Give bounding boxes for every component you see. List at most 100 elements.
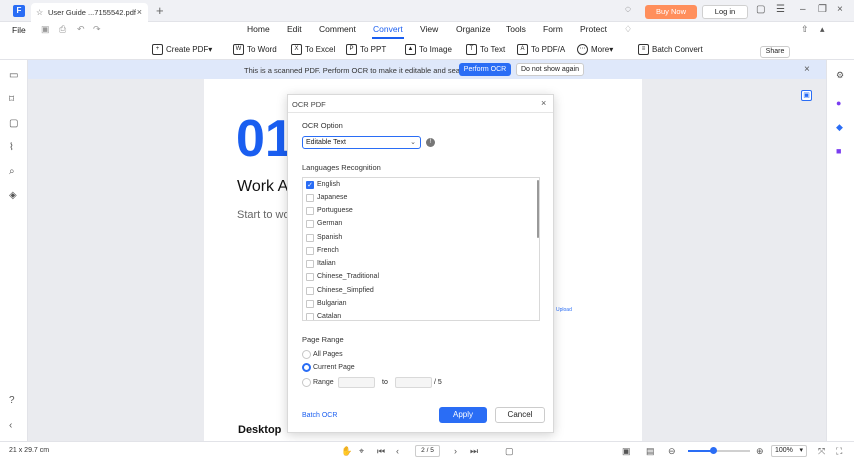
to-ppt-button[interactable]: P To PPT [346,42,386,56]
login-button[interactable]: Log in [702,5,748,19]
checkbox[interactable] [306,220,314,228]
first-page-icon[interactable]: ⏮ [377,446,385,457]
menu-tools[interactable]: Tools [506,24,526,34]
checkbox[interactable] [306,287,314,295]
undo-icon[interactable]: ↶ [77,24,85,35]
perform-ocr-button[interactable]: Perform OCR [459,63,511,76]
checkbox[interactable] [306,234,314,242]
radio-button[interactable] [302,350,311,359]
zoom-slider-handle[interactable] [709,447,717,454]
collapse-sidebar-icon[interactable]: ‹ [9,420,12,431]
menu-file[interactable]: File [12,25,26,35]
document-tab[interactable]: ☆ User Guide ...7155542.pdf × [31,3,148,22]
attachment-icon[interactable]: ⌇ [9,142,14,153]
fit-page-icon[interactable]: ▢ [505,446,514,457]
upload-icon[interactable]: ⇧ [801,24,809,35]
comment-icon[interactable]: ▢ [9,118,18,129]
hand-tool-icon[interactable]: ✋ [341,446,352,457]
menu-edit[interactable]: Edit [287,24,302,34]
page-number-input[interactable]: 2 / 5 [415,445,440,457]
zoom-out-icon[interactable]: ⊖ [668,446,676,457]
save-icon[interactable]: ▣ [41,24,50,35]
language-item-catalan[interactable]: Catalan [303,311,533,320]
language-item-french[interactable]: French [303,245,533,258]
print-icon[interactable]: ⎙ [59,24,66,35]
close-tab-icon[interactable]: × [137,7,142,17]
cancel-button[interactable]: Cancel [495,407,545,423]
translate-icon[interactable]: ◆ [836,122,843,133]
ocr-option-select[interactable]: Editable Text ⌄ [302,136,421,149]
apply-button[interactable]: Apply [439,407,487,423]
ai-assistant-icon[interactable]: ● [836,98,841,108]
last-page-icon[interactable]: ⏭ [470,446,478,457]
menu-home[interactable]: Home [247,24,270,34]
new-tab-icon[interactable]: + [156,3,164,18]
layers-icon[interactable]: ◈ [9,190,17,201]
checkbox[interactable] [306,194,314,202]
language-item-japanese[interactable]: Japanese [303,192,533,205]
range-end-input[interactable] [395,377,432,388]
language-item-italian[interactable]: Italian [303,258,533,271]
checkbox[interactable] [306,207,314,215]
maximize-icon[interactable]: ❐ [818,4,827,15]
star-icon[interactable]: ☆ [36,8,43,17]
lightbulb-icon[interactable]: ◌ [625,4,631,15]
close-banner-icon[interactable]: × [804,64,810,75]
search-icon[interactable]: ⌕ [9,166,15,177]
checkbox[interactable] [306,260,314,268]
close-window-icon[interactable]: × [837,4,843,15]
range-start-input[interactable] [338,377,375,388]
page-ocr-icon[interactable]: ▣ [801,90,812,101]
fullscreen-icon[interactable]: ⛶ [836,446,842,457]
radio-button-selected[interactable] [302,363,311,372]
lightbulb-tip-icon[interactable]: ♢ [624,24,632,35]
menu-comment[interactable]: Comment [319,24,356,34]
help-circle-icon[interactable]: ? [9,395,15,406]
to-image-button[interactable]: ▲ To Image [405,42,452,56]
batch-convert-button[interactable]: ≡ Batch Convert [638,42,703,56]
to-word-button[interactable]: W To Word [233,42,277,56]
select-tool-icon[interactable]: ⌖ [359,446,364,457]
do-not-show-again-button[interactable]: Do not show again [516,63,584,76]
checkbox[interactable] [306,313,314,320]
redo-icon[interactable]: ↷ [93,24,101,35]
zoom-slider[interactable] [688,447,750,454]
languages-list[interactable]: ✓ English Japanese Portuguese German Spa… [302,177,540,321]
fit-width-icon[interactable]: ⤧ [818,446,825,457]
language-item-bulgarian[interactable]: Bulgarian [303,298,533,311]
checklist-icon[interactable]: ■ [836,146,841,156]
previous-page-icon[interactable]: ‹ [396,446,399,456]
thumbnail-icon[interactable]: ▭ [9,70,18,81]
to-excel-button[interactable]: X To Excel [291,42,335,56]
properties-icon[interactable]: ⚙ [836,70,844,81]
checkbox[interactable] [306,247,314,255]
languages-scrollbar[interactable] [537,180,539,238]
language-item-chinese-simplified[interactable]: Chinese_Simpfied [303,285,533,298]
menu-convert[interactable]: Convert [373,24,403,34]
page-layout-icon[interactable]: ▣ [622,446,631,457]
zoom-level-select[interactable]: 100% ▾ [771,445,807,457]
menu-organize[interactable]: Organize [456,24,491,34]
checkbox[interactable] [306,273,314,281]
buy-now-button[interactable]: Buy Now [645,5,697,19]
batch-ocr-link[interactable]: Batch OCR [302,412,337,419]
menu-protect[interactable]: Protect [580,24,607,34]
language-item-english[interactable]: ✓ English [303,179,533,192]
help-icon[interactable]: ! [426,138,435,147]
zoom-in-icon[interactable]: ⊕ [756,446,764,457]
menu-view[interactable]: View [420,24,438,34]
to-text-button[interactable]: T To Text [466,42,505,56]
next-page-icon[interactable]: › [454,446,457,456]
language-item-chinese-traditional[interactable]: Chinese_Traditional [303,271,533,284]
view-mode-icon[interactable]: ▤ [646,446,655,457]
language-item-spanish[interactable]: Spanish [303,232,533,245]
account-icon[interactable]: ☰ [776,4,785,15]
checkbox-checked[interactable]: ✓ [306,181,314,189]
radio-button[interactable] [302,378,311,387]
language-item-german[interactable]: German [303,218,533,231]
more-button[interactable]: ⋯ More ▾ [577,42,613,56]
expand-icon[interactable]: ▴ [820,24,825,35]
bookmark-icon[interactable]: ⌑ [9,94,14,105]
menu-form[interactable]: Form [543,24,563,34]
checkbox[interactable] [306,300,314,308]
